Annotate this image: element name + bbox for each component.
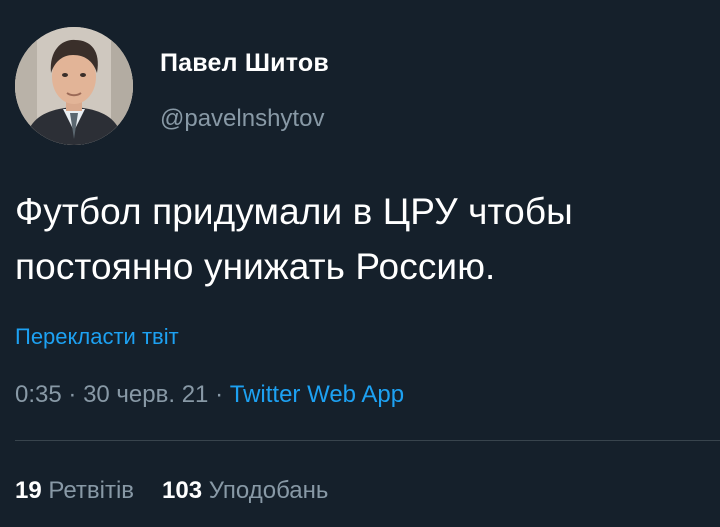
avatar[interactable] bbox=[15, 27, 133, 145]
tweet-detail-view: Павел Шитов @pavelnshytov Футбол придума… bbox=[0, 0, 720, 527]
retweet-label: Ретвітів bbox=[48, 477, 135, 504]
source-app-link[interactable]: Twitter Web App bbox=[230, 381, 404, 408]
meta-separator: · bbox=[68, 381, 77, 408]
author-handle[interactable]: @pavelnshytov bbox=[160, 105, 324, 133]
tweet-date[interactable]: 30 черв. 21 bbox=[83, 381, 208, 408]
tweet-time[interactable]: 0:35 bbox=[15, 381, 62, 408]
tweet-metadata: 0:35 · 30 черв. 21 · Twitter Web App bbox=[15, 381, 404, 409]
divider bbox=[15, 440, 720, 441]
likes-stat[interactable]: 103 Уподобань bbox=[162, 477, 328, 504]
like-label: Уподобань bbox=[208, 477, 329, 504]
retweets-stat[interactable]: 19 Ретвітів bbox=[15, 477, 134, 504]
retweet-count: 19 bbox=[15, 477, 42, 504]
tweet-text: Футбол придумали в ЦРУ чтобы постоянно у… bbox=[15, 191, 573, 287]
author-name[interactable]: Павел Шитов bbox=[160, 49, 329, 78]
translate-tweet-link[interactable]: Перекласти твіт bbox=[15, 324, 179, 350]
like-count: 103 bbox=[162, 477, 203, 504]
meta-separator: · bbox=[215, 381, 224, 408]
engagement-stats: 19 Ретвітів 103 Уподобань bbox=[15, 477, 328, 505]
profile-photo-icon bbox=[15, 27, 133, 145]
previous-content-remnant bbox=[0, 0, 720, 2]
